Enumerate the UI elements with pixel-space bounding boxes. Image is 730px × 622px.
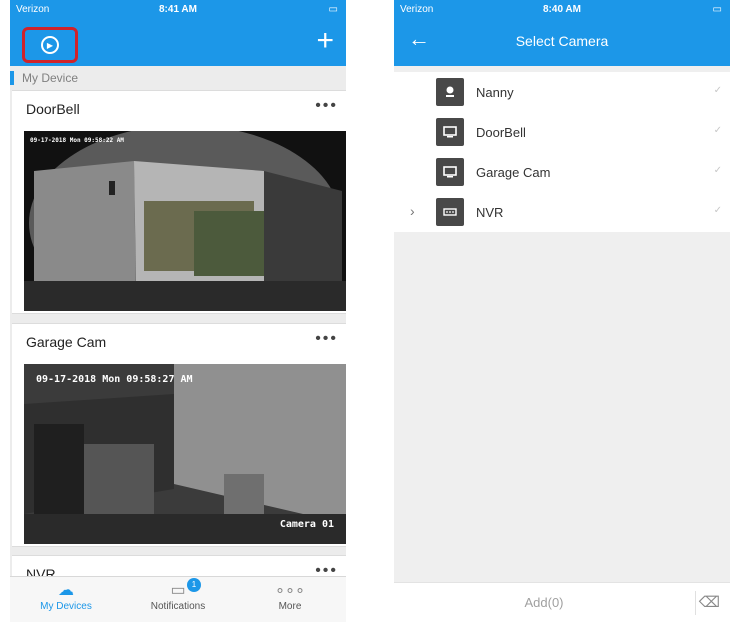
device-name: DoorBell bbox=[26, 101, 80, 117]
add-button[interactable]: Add(0) bbox=[394, 595, 694, 610]
my-devices-screen: Verizon 8:41 AM ▭ ▶ + My Device DoorBell… bbox=[10, 0, 346, 622]
doorbell-video-frame bbox=[24, 131, 346, 311]
playback-icon: ▶ bbox=[41, 36, 59, 54]
more-icon: ∘∘∘ bbox=[274, 582, 306, 599]
tab-more[interactable]: ∘∘∘ More bbox=[234, 577, 346, 622]
camera-name: DoorBell bbox=[476, 125, 526, 140]
section-title: My Device bbox=[10, 66, 346, 90]
camera-row-nanny[interactable]: Nanny ✓ bbox=[394, 72, 730, 112]
monitor-icon bbox=[436, 118, 464, 146]
status-bar: Verizon 8:40 AM ▭ bbox=[394, 0, 730, 20]
status-time: 8:41 AM bbox=[159, 4, 197, 15]
status-time: 8:40 AM bbox=[543, 4, 581, 15]
checkmark-icon[interactable]: ✓ bbox=[714, 85, 722, 96]
tab-label: Notifications bbox=[150, 601, 206, 612]
garage-video-frame bbox=[24, 364, 346, 544]
video-timestamp: 09-17-2018 Mon 09:58:27 AM bbox=[36, 374, 193, 385]
tab-my-devices[interactable]: ☁ My Devices bbox=[10, 577, 122, 622]
playback-history-button[interactable]: ▶ bbox=[22, 27, 78, 63]
camera-row-nvr[interactable]: › NVR ✓ bbox=[394, 192, 730, 232]
checkmark-icon[interactable]: ✓ bbox=[714, 165, 722, 176]
divider bbox=[695, 591, 696, 615]
add-bar: Add(0) ⌫ bbox=[394, 582, 730, 622]
camera-icon bbox=[436, 78, 464, 106]
tab-label: More bbox=[278, 601, 302, 612]
camera-caption: Camera 01 bbox=[279, 519, 334, 530]
doorbell-live-view[interactable]: 09-17-2018 Mon 09:58:22 AM bbox=[24, 131, 346, 311]
monitor-icon bbox=[436, 158, 464, 186]
more-options-button[interactable]: ••• bbox=[315, 330, 338, 348]
chevron-right-icon[interactable]: › bbox=[410, 203, 415, 219]
add-device-button[interactable]: + bbox=[316, 26, 334, 56]
status-bar: Verizon 8:41 AM ▭ bbox=[10, 0, 346, 20]
checkmark-icon[interactable]: ✓ bbox=[714, 205, 722, 216]
battery-icon: ▭ bbox=[328, 4, 338, 15]
device-card-garage-cam[interactable]: Garage Cam ••• 09-17-2018 Mon 09:58:27 A… bbox=[12, 323, 346, 547]
select-camera-screen: Verizon 8:40 AM ▭ ← Select Camera Nanny … bbox=[394, 0, 730, 622]
app-bar: ← Select Camera bbox=[394, 20, 730, 66]
garage-cam-live-view[interactable]: 09-17-2018 Mon 09:58:27 AM Camera 01 bbox=[24, 364, 346, 544]
page-title: Select Camera bbox=[515, 33, 609, 49]
video-timestamp: 09-17-2018 Mon 09:58:22 AM bbox=[30, 137, 124, 144]
eraser-icon[interactable]: ⌫ bbox=[699, 593, 720, 611]
tab-notifications[interactable]: ▭ 1 Notifications bbox=[122, 577, 234, 622]
notification-icon: ▭ bbox=[170, 582, 186, 599]
checkmark-icon[interactable]: ✓ bbox=[714, 125, 722, 136]
camera-name: Garage Cam bbox=[476, 165, 551, 180]
tab-label: My Devices bbox=[40, 601, 92, 612]
notification-badge: 1 bbox=[186, 578, 201, 592]
more-options-button[interactable]: ••• bbox=[315, 97, 338, 115]
camera-list: Nanny ✓ DoorBell ✓ Garage Cam ✓ › NVR ✓ bbox=[394, 72, 730, 232]
camera-row-doorbell[interactable]: DoorBell ✓ bbox=[394, 112, 730, 152]
tab-bar: ☁ My Devices ▭ 1 Notifications ∘∘∘ More bbox=[10, 576, 346, 622]
camera-name: Nanny bbox=[476, 85, 514, 100]
battery-icon: ▭ bbox=[712, 4, 722, 15]
camera-name: NVR bbox=[476, 205, 504, 220]
camera-row-garage-cam[interactable]: Garage Cam ✓ bbox=[394, 152, 730, 192]
cloud-icon: ☁ bbox=[58, 582, 74, 599]
device-card-doorbell[interactable]: DoorBell ••• 09-17-2018 Mon 09:58:22 AM bbox=[12, 90, 346, 314]
app-bar: ▶ + bbox=[10, 20, 346, 66]
nvr-icon bbox=[436, 198, 464, 226]
device-name: Garage Cam bbox=[26, 334, 107, 350]
